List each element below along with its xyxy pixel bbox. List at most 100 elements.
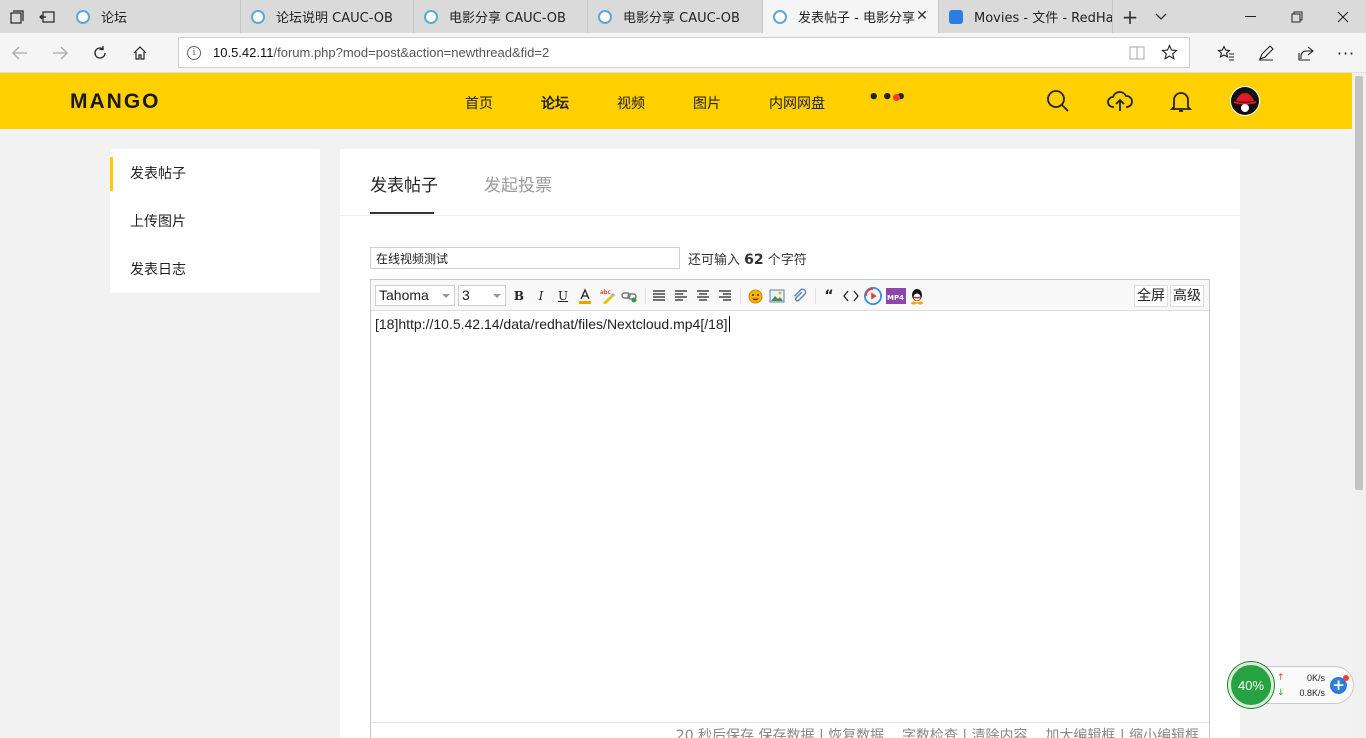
active-tab-indicator [370, 212, 434, 214]
text-cursor [728, 316, 730, 332]
font-color-icon[interactable] [576, 287, 594, 305]
close-tab-icon[interactable]: ✕ [914, 8, 930, 24]
editor-content[interactable]: [18]http://10.5.42.14/data/redhat/files/… [375, 316, 728, 332]
browser-tab[interactable]: 电影分享 CAUC-OB [588, 0, 763, 33]
bold-icon[interactable]: B [510, 287, 528, 305]
nav-video[interactable]: 视频 [617, 93, 645, 113]
quote-icon[interactable]: “ [820, 287, 838, 305]
network-speed-widget[interactable]: ↑ 0K/s ↓ 0.8K/s + 40% [1228, 662, 1354, 708]
nav-images[interactable]: 图片 [693, 93, 721, 113]
reading-view-icon[interactable] [1129, 45, 1145, 65]
site-favicon-icon [424, 9, 438, 24]
speed-panel: ↑ 0K/s ↓ 0.8K/s + [1266, 666, 1354, 704]
notification-dot [1343, 675, 1349, 681]
browser-tab[interactable]: Movies - 文件 - RedHat [939, 0, 1113, 33]
align-justify-icon[interactable] [650, 287, 668, 305]
avatar[interactable] [1230, 86, 1260, 116]
background-color-icon[interactable]: abc [598, 287, 616, 305]
nextcloud-favicon-icon [949, 9, 963, 24]
nav-intranet-drive[interactable]: 内网网盘 [769, 93, 825, 113]
memory-percent: 40% [1237, 677, 1265, 693]
upload-cloud-icon[interactable] [1107, 89, 1133, 113]
image-icon[interactable] [768, 287, 786, 305]
tab-new-poll[interactable]: 发起投票 [484, 171, 552, 196]
autosave-countdown: 20 秒后保存 [675, 728, 755, 738]
align-left-icon[interactable] [672, 287, 690, 305]
share-icon[interactable] [1294, 41, 1318, 65]
align-right-icon[interactable] [716, 287, 734, 305]
sidebar-item-upload-image[interactable]: 上传图片 [110, 205, 320, 239]
restore-icon[interactable] [1274, 0, 1320, 33]
home-icon[interactable] [128, 41, 152, 65]
qq-icon[interactable] [908, 287, 926, 305]
more-menu-icon[interactable]: ··· [1334, 41, 1358, 65]
toolbar-divider [645, 288, 646, 304]
minimize-icon[interactable] [1228, 0, 1274, 33]
underline-icon[interactable]: U [554, 287, 572, 305]
advanced-mode-button[interactable]: 高级 [1170, 285, 1204, 307]
editor-textarea[interactable]: [18]http://10.5.42.14/data/redhat/files/… [375, 316, 730, 332]
bell-icon[interactable] [1169, 89, 1193, 113]
enlarge-editor-link[interactable]: 加大编辑框 [1045, 728, 1115, 738]
new-tab-icon[interactable]: + [1121, 5, 1139, 29]
word-check-link[interactable]: 字数检查 [902, 728, 958, 738]
site-favicon-icon [76, 9, 90, 24]
svg-text:MP4: MP4 [887, 294, 904, 302]
bbcode-editor: Tahoma 3 B I U abc “ MP4 全屏 高级 [18]http:… [370, 279, 1210, 738]
video-icon[interactable] [864, 287, 882, 305]
forward-icon[interactable] [48, 41, 72, 65]
refresh-icon[interactable] [88, 41, 112, 65]
fullscreen-button[interactable]: 全屏 [1134, 285, 1168, 307]
tab-title: 电影分享 CAUC-OB [449, 11, 566, 26]
favorites-hub-icon[interactable] [1214, 41, 1238, 65]
favorite-star-icon[interactable] [1161, 44, 1178, 65]
link-icon[interactable] [620, 287, 638, 305]
set-aside-tabs-icon[interactable] [38, 8, 56, 26]
font-family-select[interactable]: Tahoma [375, 285, 455, 306]
nav-more-icon[interactable]: ••• [868, 87, 909, 108]
tab-list-chevron-icon[interactable] [1152, 8, 1170, 26]
browser-tab[interactable]: 电影分享 CAUC-OB [414, 0, 588, 33]
shrink-editor-link[interactable]: 缩小编辑框 [1129, 728, 1199, 738]
nav-forum[interactable]: 论坛 [541, 93, 569, 113]
tab-new-thread[interactable]: 发表帖子 [370, 171, 438, 196]
sidebar-item-new-thread[interactable]: 发表帖子 [110, 157, 320, 191]
toolbar-divider [815, 288, 816, 304]
notification-dot [893, 94, 900, 101]
save-data-link[interactable]: 保存数据 [759, 728, 815, 738]
browser-tab[interactable]: 论坛 [66, 0, 241, 33]
download-speed: 0.8K/s [1299, 688, 1325, 698]
editor-statusbar: 20 秒后保存 保存数据 | 恢复数据 字数检查 | 清除内容 加大编辑框 | … [371, 722, 1209, 738]
page-scrollbar[interactable] [1352, 73, 1366, 738]
restore-data-link[interactable]: 恢复数据 [828, 728, 884, 738]
font-size-select[interactable]: 3 [458, 285, 506, 306]
memory-usage-ring[interactable]: 40% [1228, 662, 1274, 708]
mp4-icon[interactable]: MP4 [886, 287, 906, 305]
code-icon[interactable] [842, 287, 860, 305]
sidebar-item-post-blog[interactable]: 发表日志 [110, 253, 320, 287]
browser-tab[interactable]: 论坛说明 CAUC-OB [241, 0, 414, 33]
site-logo[interactable]: MANGO [70, 90, 161, 114]
nav-home[interactable]: 首页 [465, 93, 493, 113]
chevron-down-icon [493, 294, 501, 298]
smiley-icon[interactable] [746, 287, 764, 305]
site-favicon-icon [251, 9, 265, 24]
search-icon[interactable] [1046, 89, 1070, 113]
web-note-pen-icon[interactable] [1254, 41, 1278, 65]
url-text[interactable]: 10.5.42.11/forum.php?mod=post&action=new… [213, 45, 549, 60]
back-icon[interactable] [8, 41, 32, 65]
address-bar[interactable]: i 10.5.42.11/forum.php?mod=post&action=n… [178, 37, 1190, 68]
tab-title: 电影分享 CAUC-OB [623, 11, 740, 26]
scroll-thumb[interactable] [1355, 76, 1363, 490]
close-window-icon[interactable] [1320, 0, 1366, 33]
attachment-icon[interactable] [790, 287, 808, 305]
browser-tab-active[interactable]: 发表帖子 - 电影分享 ✕ [763, 0, 939, 33]
tab-title: 发表帖子 - 电影分享 [798, 11, 915, 26]
chevron-down-icon [442, 294, 450, 298]
tab-manager-icon[interactable] [8, 8, 26, 26]
align-center-icon[interactable] [694, 287, 712, 305]
italic-icon[interactable]: I [532, 287, 550, 305]
site-info-icon[interactable]: i [187, 46, 201, 60]
clear-content-link[interactable]: 清除内容 [972, 728, 1028, 738]
subject-input[interactable] [370, 247, 680, 269]
